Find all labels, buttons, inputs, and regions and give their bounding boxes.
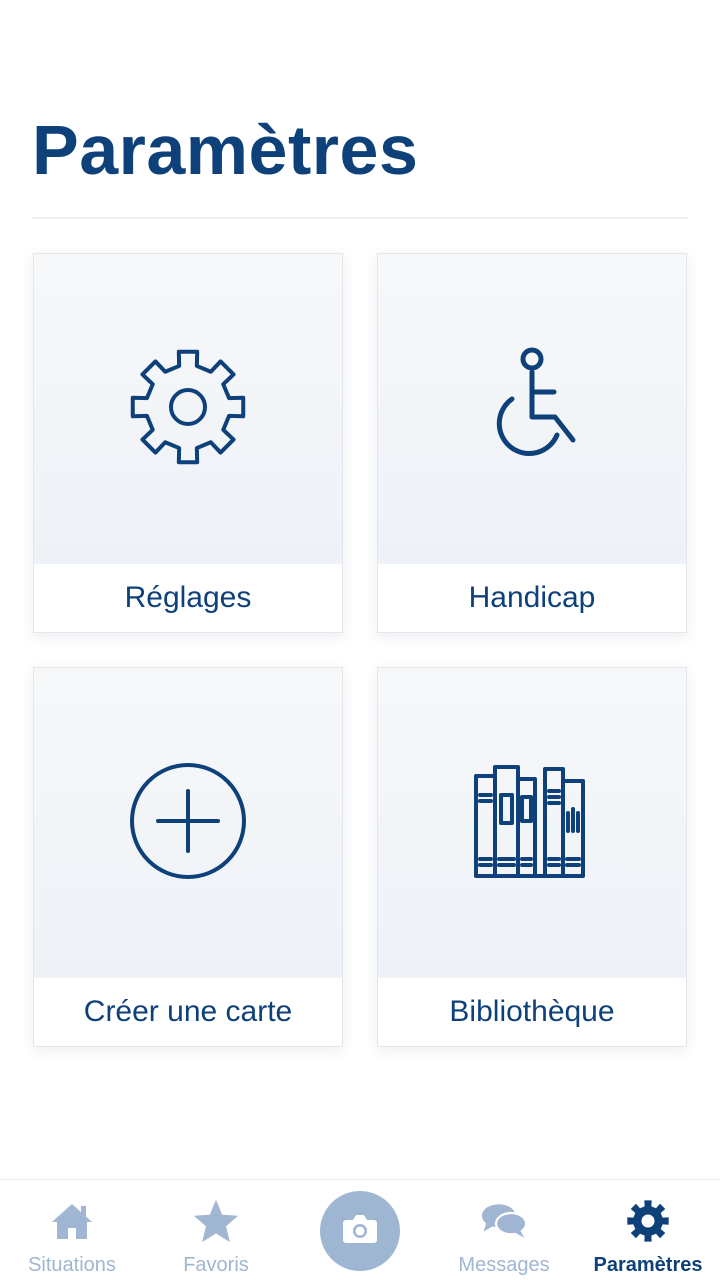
camera-button[interactable] xyxy=(320,1191,400,1271)
books-icon xyxy=(472,761,592,886)
gear-icon xyxy=(625,1198,671,1244)
page-title: Paramètres xyxy=(32,111,419,189)
nav-item-parametres[interactable]: Paramètres xyxy=(576,1180,720,1280)
settings-screen: Paramètres Réglages Handicap Créer une c… xyxy=(0,0,720,1280)
card-visual xyxy=(378,254,686,564)
wheelchair-icon xyxy=(472,347,592,472)
bottom-navigation: Situations Favoris Messages Paramètres xyxy=(0,1179,720,1280)
nav-label-parametres: Paramètres xyxy=(593,1254,703,1276)
nav-label-favoris: Favoris xyxy=(183,1254,249,1276)
card-label: Créer une carte xyxy=(34,978,342,1046)
star-icon xyxy=(193,1198,239,1244)
card-visual xyxy=(34,668,342,978)
title-divider xyxy=(32,217,688,219)
plus-circle-icon xyxy=(128,761,248,886)
card-label: Handicap xyxy=(378,564,686,632)
card-label: Réglages xyxy=(34,564,342,632)
settings-card-bibliotheque[interactable]: Bibliothèque xyxy=(377,667,687,1047)
settings-card-creer-carte[interactable]: Créer une carte xyxy=(33,667,343,1047)
camera-icon xyxy=(342,1214,378,1249)
nav-item-favoris[interactable]: Favoris xyxy=(144,1180,288,1280)
card-visual xyxy=(34,254,342,564)
settings-card-reglages[interactable]: Réglages xyxy=(33,253,343,633)
nav-label-situations: Situations xyxy=(28,1254,116,1276)
chat-bubbles-icon xyxy=(481,1198,527,1244)
settings-card-handicap[interactable]: Handicap xyxy=(377,253,687,633)
nav-label-messages: Messages xyxy=(458,1254,550,1276)
nav-item-messages[interactable]: Messages xyxy=(432,1180,576,1280)
nav-item-situations[interactable]: Situations xyxy=(0,1180,144,1280)
card-label: Bibliothèque xyxy=(378,978,686,1046)
card-visual xyxy=(378,668,686,978)
gear-icon xyxy=(128,347,248,472)
home-icon xyxy=(49,1198,95,1244)
